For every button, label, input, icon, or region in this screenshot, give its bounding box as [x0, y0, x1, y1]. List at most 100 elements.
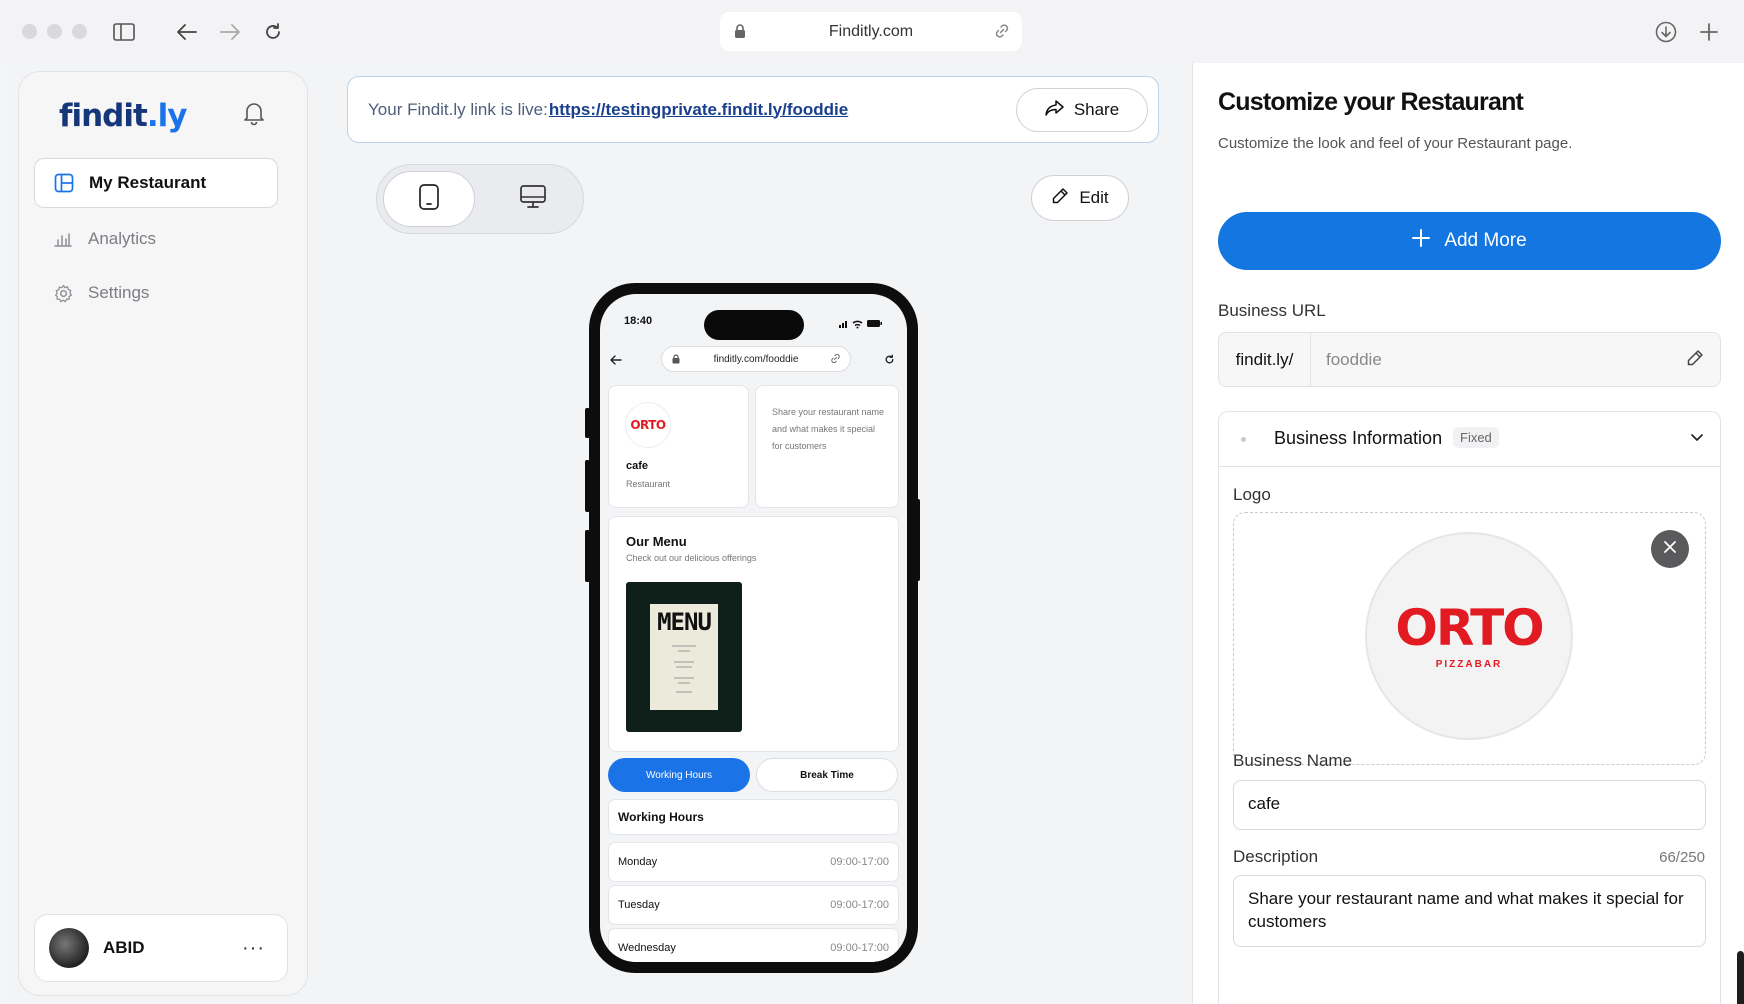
phone-description-text: Share your restaurant name and what make… [772, 407, 885, 451]
sidebar-item-label: Settings [88, 283, 150, 302]
phone-preview: 18:40 finditly.com/fooddie ORTO cafe Res… [589, 283, 918, 973]
description-counter: 66/250 [1659, 849, 1705, 866]
edit-url-icon[interactable] [1686, 349, 1704, 372]
tab-working-hours[interactable]: Working Hours [608, 758, 750, 792]
forward-arrow-icon[interactable] [216, 18, 244, 46]
day-time: 09:00-17:00 [830, 856, 889, 868]
dynamic-island [704, 310, 804, 340]
day-name: Tuesday [618, 899, 660, 911]
window-zoom-dot[interactable] [72, 24, 87, 39]
menu-image[interactable]: MENU [626, 582, 742, 732]
phone-description-card: Share your restaurant name and what make… [755, 385, 899, 508]
new-tab-icon[interactable] [1695, 18, 1723, 46]
add-more-button[interactable]: Add More [1218, 212, 1721, 270]
status-badge: Fixed [1453, 427, 1499, 448]
findit-logo[interactable]: findit.ly [59, 98, 187, 134]
section-title: Business Information [1274, 428, 1443, 448]
mobile-view-button[interactable] [383, 171, 475, 227]
description-textarea[interactable]: Share your restaurant name and what make… [1233, 875, 1706, 947]
phone-hours-heading: Working Hours [608, 799, 899, 835]
menu-image-text: MENU [657, 608, 712, 636]
preview-area: findit.ly My Restaurant Analytics Settin… [6, 63, 1192, 1004]
business-name-label: Business Name [1233, 751, 1353, 770]
phone-time: 18:40 [624, 315, 653, 327]
live-link-banner: Your Findit.ly link is live: https://tes… [347, 76, 1159, 143]
desktop-icon [520, 184, 546, 214]
window-minimize-dot[interactable] [47, 24, 62, 39]
description-label: Description [1233, 847, 1319, 866]
add-more-label: Add More [1444, 230, 1527, 251]
business-information-section: Business Information Fixed Logo ORTO PIZ… [1218, 411, 1721, 1004]
phone-hours-tabs: Working Hours Break Time [608, 758, 899, 792]
phone-link-icon [830, 353, 841, 367]
phone-profile-card: ORTO cafe Restaurant [608, 385, 749, 508]
logo-text: ORTO [1395, 598, 1544, 657]
close-icon [1664, 540, 1676, 558]
url-value[interactable]: fooddie [1326, 350, 1382, 370]
list-item: Wednesday 09:00-17:00 [608, 928, 899, 962]
business-url-field[interactable]: findit.ly/ fooddie [1218, 332, 1721, 387]
link-icon[interactable] [994, 23, 1010, 44]
address-bar[interactable]: Finditly.com [720, 12, 1022, 51]
edit-button[interactable]: Edit [1031, 175, 1129, 221]
phone-reload-icon[interactable] [884, 352, 895, 370]
business-logo: ORTO PIZZABAR [1365, 532, 1573, 740]
reload-icon[interactable] [259, 18, 287, 46]
panel-subtitle: Customize the look and feel of your Rest… [1218, 135, 1573, 152]
gear-icon [52, 282, 74, 304]
address-text: Finditly.com [828, 22, 914, 40]
bar-chart-icon [52, 228, 74, 250]
device-toggle [376, 164, 584, 234]
user-card[interactable]: ABID ··· [34, 914, 288, 982]
user-name: ABID [103, 938, 145, 957]
window-close-dot[interactable] [22, 24, 37, 39]
phone-lock-icon [672, 354, 680, 367]
tab-break-time[interactable]: Break Time [756, 758, 898, 792]
share-button[interactable]: Share [1016, 88, 1148, 132]
lock-icon [734, 24, 746, 44]
live-link-url[interactable]: https://testingprivate.findit.ly/fooddie [549, 100, 848, 120]
sidebar-item-settings[interactable]: Settings [34, 268, 278, 318]
panel-title: Customize your Restaurant [1218, 88, 1524, 116]
logo-label: Logo [1233, 485, 1271, 504]
business-name-input[interactable]: cafe [1233, 780, 1706, 830]
sidebar-item-label: Analytics [88, 229, 157, 248]
phone-menu-card: Our Menu Check out our delicious offerin… [608, 516, 899, 752]
sidebar-toggle-icon[interactable] [110, 18, 138, 46]
share-label: Share [1073, 100, 1120, 119]
browser-toolbar: Finditly.com [0, 0, 1744, 63]
desktop-view-button[interactable] [487, 171, 579, 227]
phone-logo-text: ORTO [630, 418, 666, 432]
drag-handle-dot [1241, 437, 1246, 442]
layout-icon [53, 172, 75, 194]
day-name: Wednesday [618, 942, 676, 954]
plus-icon [1412, 229, 1431, 253]
back-arrow-icon[interactable] [173, 18, 201, 46]
phone-screen: 18:40 finditly.com/fooddie ORTO cafe Res… [600, 294, 907, 962]
phone-address-bar[interactable]: finditly.com/fooddie [661, 346, 851, 372]
day-time: 09:00-17:00 [830, 899, 889, 911]
status-icons [839, 316, 883, 334]
list-item: Tuesday 09:00-17:00 [608, 885, 899, 925]
business-information-header[interactable]: Business Information Fixed [1219, 412, 1720, 467]
customize-panel: Customize your Restaurant Customize the … [1192, 63, 1744, 1004]
phone-back-icon[interactable] [610, 352, 622, 370]
sidebar: findit.ly My Restaurant Analytics Settin… [18, 71, 308, 996]
url-prefix: findit.ly/ [1219, 333, 1311, 386]
sidebar-item-my-restaurant[interactable]: My Restaurant [34, 158, 278, 208]
list-item: Monday 09:00-17:00 [608, 842, 899, 882]
remove-logo-button[interactable] [1651, 530, 1689, 568]
share-icon [1045, 99, 1064, 121]
bell-icon[interactable] [242, 100, 266, 131]
download-icon[interactable] [1652, 18, 1680, 46]
chevron-down-icon[interactable] [1690, 430, 1704, 448]
sidebar-item-analytics[interactable]: Analytics [34, 214, 278, 264]
more-options-icon[interactable]: ··· [242, 937, 265, 960]
app-main: findit.ly My Restaurant Analytics Settin… [0, 63, 1744, 1004]
logo-upload-area[interactable]: ORTO PIZZABAR [1233, 512, 1706, 765]
phone-menu-title: Our Menu [626, 534, 687, 549]
scrollbar-thumb[interactable] [1737, 951, 1744, 1004]
menu-paper: MENU [650, 604, 718, 710]
phone-browser-bar: finditly.com/fooddie [600, 344, 907, 374]
avatar [49, 928, 89, 968]
